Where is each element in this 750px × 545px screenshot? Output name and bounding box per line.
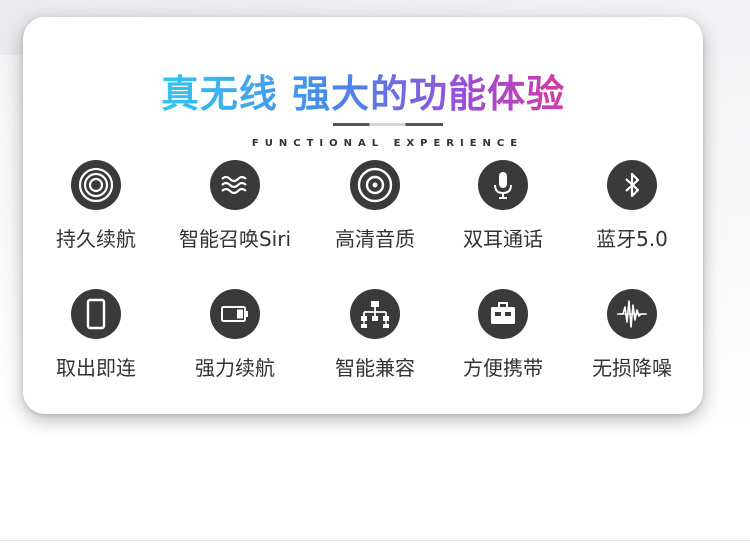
feature-long-battery: 持久续航 [26, 160, 166, 251]
network-icon [350, 289, 400, 339]
feature-label: 高清音质 [335, 227, 415, 251]
noise-wave-icon [607, 289, 657, 339]
feature-label: 智能召唤Siri [178, 227, 292, 251]
feature-dual-call: 双耳通话 [433, 160, 573, 251]
section-title-text: 真无线 强大的功能体验 [161, 63, 565, 118]
feature-label: 持久续航 [56, 227, 136, 251]
section-title: 真无线 强大的功能体验 [23, 66, 703, 116]
feature-label: 取出即连 [56, 356, 136, 380]
bottom-divider-line [0, 540, 750, 541]
microphone-icon [478, 160, 528, 210]
feature-label: 蓝牙5.0 [596, 227, 668, 251]
bluetooth-icon [607, 160, 657, 210]
feature-noise-cancel: 无损降噪 [562, 289, 702, 380]
feature-label: 无损降噪 [592, 356, 672, 380]
feature-hd-sound: 高清音质 [305, 160, 445, 251]
sound-waves-icon [210, 160, 260, 210]
feature-siri: 智能召唤Siri [165, 160, 305, 251]
feature-label: 强力续航 [195, 356, 275, 380]
section-subtitle: FUNCTIONAL EXPERIENCE [251, 138, 524, 149]
feature-label: 双耳通话 [463, 227, 543, 251]
feature-label: 方便携带 [463, 356, 543, 380]
feature-smart-compat: 智能兼容 [305, 289, 445, 380]
feature-portable: 方便携带 [433, 289, 573, 380]
feature-bluetooth: 蓝牙5.0 [562, 160, 702, 251]
feature-instant-connect: 取出即连 [26, 289, 166, 380]
feature-label: 智能兼容 [335, 356, 415, 380]
features-card: 真无线 强大的功能体验 FUNCTIONAL EXPERIENCE 持久续航 智… [23, 17, 703, 414]
feature-strong-battery: 强力续航 [165, 289, 305, 380]
case-icon [478, 289, 528, 339]
speaker-disc-icon [350, 160, 400, 210]
title-divider [333, 123, 443, 126]
battery-icon [210, 289, 260, 339]
concentric-circles-icon [71, 160, 121, 210]
phone-icon [71, 289, 121, 339]
